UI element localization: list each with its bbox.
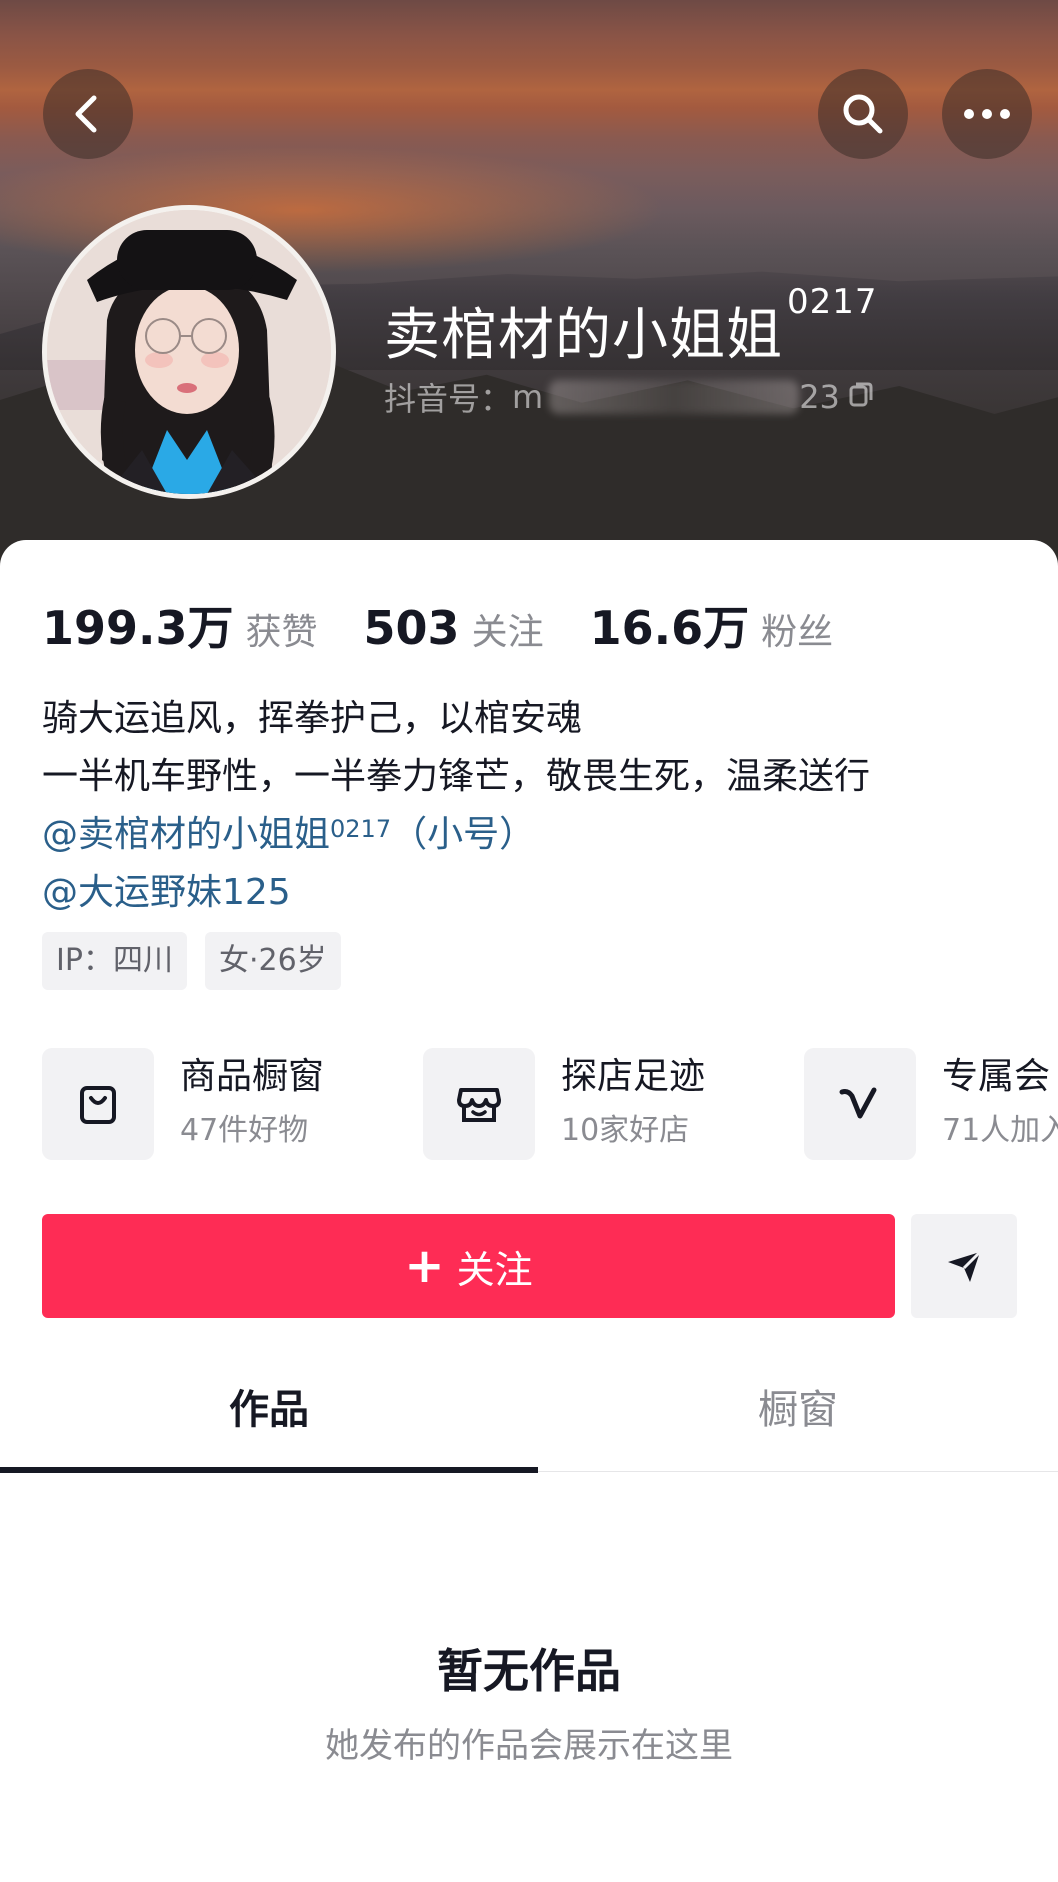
stat-likes-label: 获赞	[245, 612, 318, 653]
douyin-id-visible: m	[512, 378, 544, 416]
profile-nickname: 卖棺材的小姐姐0217	[384, 282, 878, 371]
feature-store-visits[interactable]: 探店足迹 10家好店	[423, 1044, 804, 1164]
profile-tags: IP：四川 女·26岁	[42, 932, 359, 990]
follow-button[interactable]: + 关注	[42, 1214, 895, 1318]
search-icon	[843, 94, 883, 134]
avatar-portrait-icon	[47, 210, 331, 494]
follow-label: 关注	[456, 1247, 533, 1292]
nickname-superscript: 0217	[787, 282, 878, 322]
content-tabs: 作品 橱窗	[0, 1360, 1058, 1473]
empty-state-subtitle: 她发布的作品会展示在这里	[325, 1726, 733, 1766]
feature-entries: 商品橱窗 47件好物 探店足迹 10家好店 专属会 71人加入	[42, 1044, 1058, 1164]
mention-suffix: （小号）	[391, 814, 536, 855]
feature-membership[interactable]: 专属会 71人加入	[804, 1044, 1058, 1164]
mention-superscript: 0217	[330, 815, 392, 843]
feature-shop-title: 商品橱窗	[180, 1056, 325, 1097]
feature-member-title: 专属会	[942, 1056, 1051, 1097]
stat-likes[interactable]: 199.3万 获赞	[42, 592, 318, 658]
shopping-bag-icon	[42, 1048, 154, 1160]
empty-state-title: 暂无作品	[437, 1644, 621, 1698]
bio-line-2: 一半机车野性，一半拳力锋芒，敬畏生死，温柔送行	[42, 756, 871, 797]
search-button[interactable]	[818, 69, 908, 159]
v-badge-icon	[804, 1048, 916, 1160]
nickname-text: 卖棺材的小姐姐	[384, 303, 783, 368]
copy-icon[interactable]	[848, 378, 874, 416]
avatar[interactable]	[42, 205, 336, 499]
bio-mention-second-account[interactable]: @大运野妹125	[42, 864, 870, 922]
douyin-id-suffix: 23	[799, 378, 840, 416]
tab-works[interactable]: 作品	[0, 1360, 538, 1473]
send-icon	[948, 1250, 982, 1282]
plus-icon: +	[404, 1238, 445, 1294]
bio-line-1: 骑大运追风，挥拳护己，以棺安魂	[42, 698, 583, 739]
more-button[interactable]	[942, 69, 1032, 159]
mention-name: @卖棺材的小姐姐	[42, 814, 331, 855]
share-button[interactable]	[911, 1214, 1017, 1318]
tag-ip-location: IP：四川	[42, 932, 187, 990]
stat-followers-value: 16.6万	[589, 601, 750, 655]
stat-followers[interactable]: 16.6万 粉丝	[590, 592, 834, 658]
bio-mention-alt-account[interactable]: @卖棺材的小姐姐0217（小号）	[42, 806, 870, 864]
more-dots-icon	[964, 109, 1010, 119]
stat-following-label: 关注	[471, 612, 544, 653]
stat-likes-value: 199.3万	[42, 601, 234, 655]
tab-showcase[interactable]: 橱窗	[538, 1360, 1058, 1471]
stats-row: 199.3万 获赞 503 关注 16.6万 粉丝	[42, 592, 879, 658]
chevron-left-icon	[75, 95, 97, 133]
feature-shop-window[interactable]: 商品橱窗 47件好物	[42, 1044, 423, 1164]
stat-following[interactable]: 503 关注	[364, 601, 544, 655]
feature-shop-sub: 47件好物	[180, 1113, 309, 1148]
bio: 骑大运追风，挥拳护己，以棺安魂 一半机车野性，一半拳力锋芒，敬畏生死，温柔送行 …	[42, 690, 870, 922]
back-button[interactable]	[43, 69, 133, 159]
feature-store-sub: 10家好店	[561, 1113, 690, 1148]
stat-following-value: 503	[363, 601, 460, 655]
tag-gender-age: 女·26岁	[204, 932, 341, 990]
stat-followers-label: 粉丝	[761, 612, 834, 653]
feature-store-title: 探店足迹	[561, 1056, 706, 1097]
action-row: + 关注	[42, 1214, 1017, 1318]
douyin-id: 抖音号： m 23	[384, 374, 874, 420]
profile-card: 199.3万 获赞 503 关注 16.6万 粉丝 骑大运追风，挥拳护己，以棺安…	[0, 540, 1058, 1882]
douyin-id-label: 抖音号：	[384, 380, 513, 418]
douyin-id-blurred	[549, 380, 800, 414]
feature-member-sub: 71人加入	[942, 1113, 1058, 1148]
store-icon	[423, 1048, 535, 1160]
